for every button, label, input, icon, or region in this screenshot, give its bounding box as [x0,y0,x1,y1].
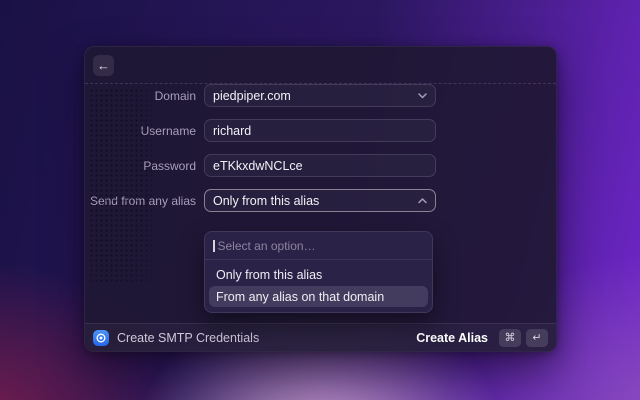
password-label: Password [85,159,204,173]
dropdown-option-only-from-this-alias[interactable]: Only from this alias [209,264,428,285]
action-bar: Create SMTP Credentials Create Alias ⌘ ↵ [85,323,556,351]
cmd-key-icon: ⌘ [499,329,521,347]
domain-value: piedpiper.com [213,89,291,103]
send-from-any-alias-select[interactable]: Only from this alias [204,189,436,212]
password-input[interactable]: eTKkxdwNCLce [204,154,436,177]
send-from-any-alias-value: Only from this alias [213,194,319,208]
form-row-username: Username richard [85,119,556,142]
chevron-up-icon [418,198,427,204]
raycast-window: ← Domain piedpiper.com Username richard … [84,46,557,352]
dropdown-search-input[interactable]: Select an option… [205,232,432,259]
username-label: Username [85,124,204,138]
send-from-any-alias-label: Send from any alias [85,194,204,208]
form-row-send-from-any-alias: Send from any alias Only from this alias [85,189,556,212]
domain-label: Domain [85,89,204,103]
back-arrow-icon: ← [97,59,110,72]
create-alias-button[interactable]: Create Alias [416,331,488,345]
addy-app-icon [93,330,109,346]
dropdown-option-from-any-alias-on-that-domain[interactable]: From any alias on that domain [209,286,428,307]
domain-select[interactable]: piedpiper.com [204,84,436,107]
username-input[interactable]: richard [204,119,436,142]
back-button[interactable]: ← [93,55,114,76]
primary-action-group[interactable]: Create Alias ⌘ ↵ [416,329,548,347]
command-title: Create SMTP Credentials [117,331,259,345]
dotted-texture [89,88,153,284]
password-value: eTKkxdwNCLce [213,159,303,173]
dropdown-options-list: Only from this alias From any alias on t… [205,260,432,312]
return-key-icon: ↵ [526,329,548,347]
dropdown-search-placeholder: Select an option… [218,239,316,253]
form-row-domain: Domain piedpiper.com [85,84,556,107]
form-area: Domain piedpiper.com Username richard Pa… [85,84,556,212]
select-dropdown-popup: Select an option… Only from this alias F… [204,231,433,313]
username-value: richard [213,124,251,138]
text-cursor [213,240,215,252]
window-header: ← [85,47,556,84]
chevron-down-icon [418,93,427,99]
form-row-password: Password eTKkxdwNCLce [85,154,556,177]
